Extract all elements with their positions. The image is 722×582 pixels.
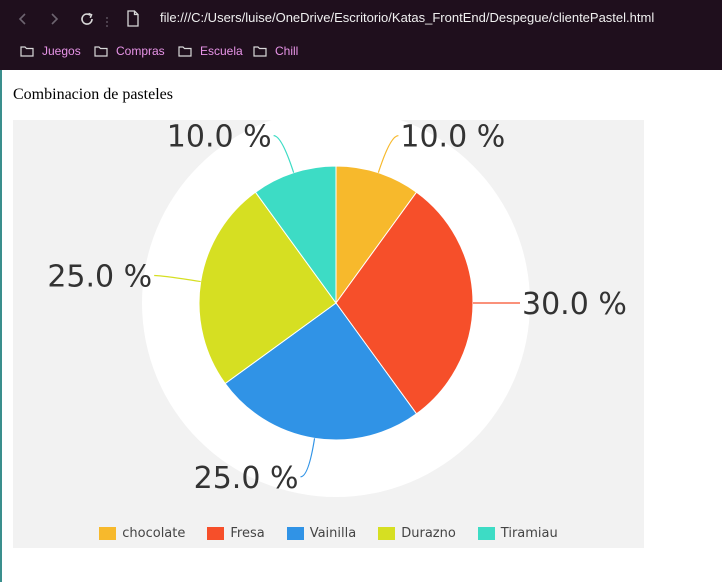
bookmark-label: Escuela (200, 44, 243, 58)
legend-swatch (286, 526, 304, 540)
folder-icon (20, 46, 34, 57)
legend-swatch (207, 526, 225, 540)
pie-data-label: 10.0 % (400, 120, 505, 155)
legend-item-vainilla[interactable]: Vainilla (286, 523, 357, 543)
legend-label: Vainilla (309, 525, 357, 541)
window-edge (0, 0, 2, 582)
legend-label: Fresa (230, 525, 265, 541)
legend-swatch (378, 526, 396, 540)
bookmark-juegos[interactable]: Juegos (20, 44, 81, 58)
folder-icon (94, 46, 108, 57)
folder-icon (178, 46, 192, 57)
legend-label: chocolate (122, 525, 186, 541)
address-bar[interactable]: file:///C:/Users/luise/OneDrive/Escritor… (160, 10, 654, 25)
bookmark-label: Juegos (42, 44, 81, 58)
chevron-right-icon (51, 13, 59, 25)
legend-item-durazno[interactable]: Durazno (378, 523, 456, 543)
pie-data-label: 30.0 % (522, 287, 627, 322)
folder-icon (253, 46, 267, 57)
pie-data-label: 10.0 % (167, 120, 272, 155)
reload-button[interactable] (76, 8, 98, 30)
browser-toolbar: file:///C:/Users/luise/OneDrive/Escritor… (0, 0, 722, 38)
back-button[interactable] (12, 8, 34, 30)
browser-chrome: file:///C:/Users/luise/OneDrive/Escritor… (0, 0, 722, 70)
pie-chart: 10.0 % 30.0 % 25.0 % 25.0 % 10.0 % (47, 120, 627, 497)
bookmark-chill[interactable]: Chill (253, 44, 298, 58)
bookmark-label: Compras (116, 44, 165, 58)
bookmark-label: Chill (275, 44, 299, 58)
legend-swatch (99, 526, 117, 540)
file-icon (126, 10, 140, 31)
page-title: Combinacion de pasteles (13, 86, 173, 103)
bookmarks-bar: Juegos Compras Escuela Chill (0, 38, 722, 66)
toolbar-separator (106, 13, 108, 27)
legend-label: Tiramiau (500, 525, 558, 541)
chart-area: 10.0 % 30.0 % 25.0 % 25.0 % 10.0 % (13, 120, 644, 548)
legend-swatch (477, 526, 495, 540)
legend-item-chocolate[interactable]: chocolate (99, 523, 185, 543)
chevron-left-icon (18, 13, 26, 25)
bookmark-escuela[interactable]: Escuela (178, 44, 243, 58)
pie-data-label: 25.0 % (47, 259, 152, 294)
legend-label: Durazno (401, 525, 456, 541)
bookmark-compras[interactable]: Compras (94, 44, 165, 58)
forward-button[interactable] (43, 8, 65, 30)
pie-data-label: 25.0 % (194, 461, 299, 496)
legend-item-tiramiau[interactable]: Tiramiau (477, 523, 558, 543)
reload-icon (81, 12, 93, 25)
legend-item-fresa[interactable]: Fresa (207, 523, 265, 543)
chart-legend: chocolate Fresa Vainilla Durazno Tiramiau (13, 523, 644, 543)
